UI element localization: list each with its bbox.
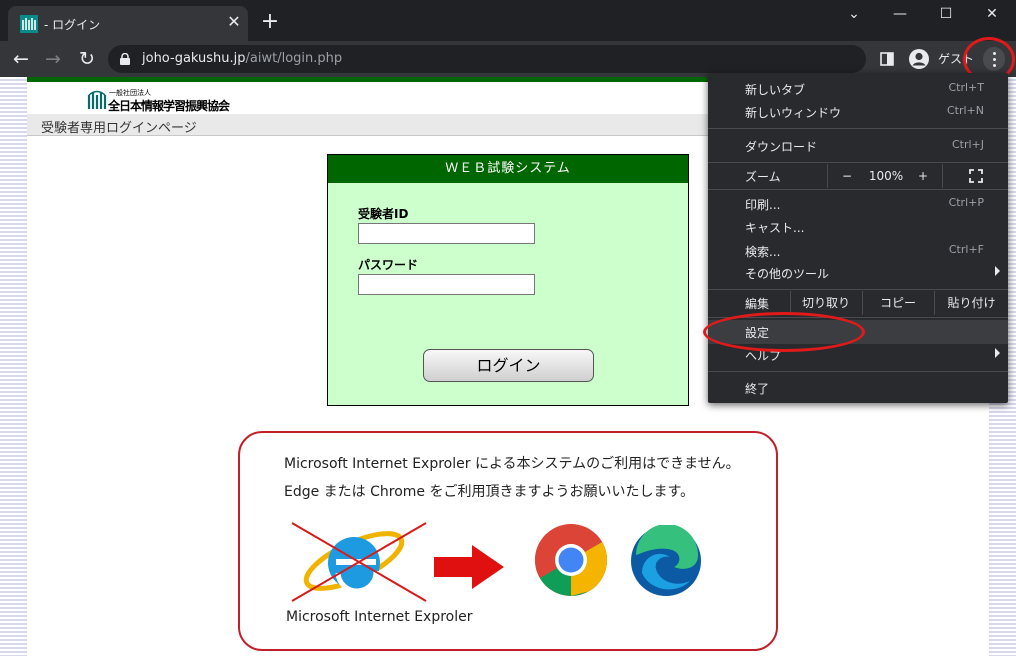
side-panel-icon[interactable] [880,52,894,66]
menu-item-new-tab[interactable]: 新しいタブ Ctrl+T [708,77,1008,101]
password-label: パスワード [358,258,419,272]
notice-line-1: Microsoft Internet Exproler による本システムのご利用… [284,456,740,472]
maximize-button[interactable]: ☐ [923,0,969,30]
profile-avatar-icon[interactable] [908,48,930,70]
address-bar[interactable]: joho-gakushu.jp/aiwt/login.php [108,45,866,73]
notice-line-2: Edge または Chrome をご利用頂きますようお願いいたします。 [284,484,695,500]
menu-item-shortcut: Ctrl+J [951,138,984,151]
url-domain: joho-gakushu.jp [142,51,246,66]
tab-close-icon[interactable]: ✕ [224,12,244,32]
browser-toolbar: ← → ↻ joho-gakushu.jp/aiwt/login.php [0,41,1016,77]
menu-item-edit: 編集 切り取り コピー 貼り付け [708,291,1008,315]
zoom-level: 100% [868,169,904,183]
internet-explorer-crossed-icon [291,522,427,602]
menu-item-more-tools[interactable]: その他のツール [708,261,1008,285]
menu-divider [708,371,1008,372]
organization-logo: 一般社団法人 全日本情報学習振興協会 [87,89,232,113]
menu-item-label: 新しいウィンドウ [745,106,842,120]
menu-item-label: 終了 [745,382,770,396]
menu-divider [708,189,1008,190]
menu-item-shortcut: Ctrl+N [946,104,984,117]
menu-item-print[interactable]: 印刷... Ctrl+P [708,192,1008,216]
menu-item-exit[interactable]: 終了 [708,376,1008,400]
page-title: 受験者専用ログインページ [41,121,197,136]
minimize-button[interactable]: — [877,0,923,30]
menu-item-label: 検索... [745,245,781,259]
menu-item-label: キャスト... [745,221,805,235]
menu-item-downloads[interactable]: ダウンロード Ctrl+J [708,134,1008,158]
logo-mark-icon [87,90,107,109]
forward-button[interactable]: → [40,47,66,71]
menu-item-label: 編集 [745,297,770,311]
logo-text: 全日本情報学習振興協会 [108,99,230,113]
examinee-id-label: 受験者ID [358,207,409,221]
fullscreen-icon[interactable] [969,169,983,183]
menu-item-label: 印刷... [745,198,781,212]
login-button[interactable]: ログイン [423,349,594,382]
tab-title: - ログイン [44,18,101,32]
site-favicon-icon [20,15,38,33]
browser-tab[interactable]: - ログイン ✕ [8,6,248,41]
zoom-in-button[interactable]: + [913,164,933,188]
url-text: joho-gakushu.jp/aiwt/login.php [142,51,342,66]
highlight-circle-settings [703,312,865,352]
menu-item-shortcut: Ctrl+T [948,81,984,94]
login-form: ＷＥＢ試験システム 受験者ID パスワード ログイン [327,154,689,406]
copy-button[interactable]: コピー [863,291,933,315]
menu-divider [708,128,1008,129]
login-form-title: ＷＥＢ試験システム [328,155,688,183]
password-input[interactable] [358,274,535,295]
cut-button[interactable]: 切り取り [791,291,861,315]
menu-item-label: ズーム [745,170,781,184]
window-close-button[interactable]: ✕ [969,0,1015,30]
menu-divider [708,162,1008,163]
new-tab-button[interactable]: + [258,11,282,35]
browser-notice: Microsoft Internet Exproler による本システムのご利用… [238,431,778,651]
url-path: /aiwt/login.php [245,51,343,66]
reload-button[interactable]: ↻ [74,47,100,71]
ie-caption: Microsoft Internet Exproler [286,609,473,625]
chrome-logo-icon [534,524,608,596]
menu-item-cast[interactable]: キャスト... [708,215,1008,239]
submenu-arrow-icon [995,266,1000,276]
tab-strip: - ログイン ✕ + ⌄ — ☐ ✕ [0,0,1016,41]
menu-item-shortcut: Ctrl+P [948,196,984,209]
menu-item-zoom: ズーム − 100% + [708,164,1008,188]
lock-icon [120,53,130,65]
menu-item-find[interactable]: 検索... Ctrl+F [708,239,1008,263]
menu-item-new-window[interactable]: 新しいウィンドウ Ctrl+N [708,100,1008,124]
menu-divider [708,289,1008,290]
paste-button[interactable]: 貼り付け [935,291,1008,315]
chrome-app-menu: 新しいタブ Ctrl+T 新しいウィンドウ Ctrl+N ダウンロード Ctrl… [708,73,1008,403]
menu-item-shortcut: Ctrl+F [948,243,984,256]
back-button[interactable]: ← [8,47,34,71]
examinee-id-input[interactable] [358,223,535,244]
menu-item-label: 新しいタブ [745,83,806,97]
menu-item-label: その他のツール [745,267,830,281]
edge-logo-icon [631,525,701,596]
submenu-arrow-icon [995,348,1000,358]
arrow-right-icon [434,545,504,589]
menu-item-label: ダウンロード [745,140,818,154]
zoom-out-button[interactable]: − [836,164,858,188]
tab-search-icon[interactable]: ⌄ [831,0,877,30]
